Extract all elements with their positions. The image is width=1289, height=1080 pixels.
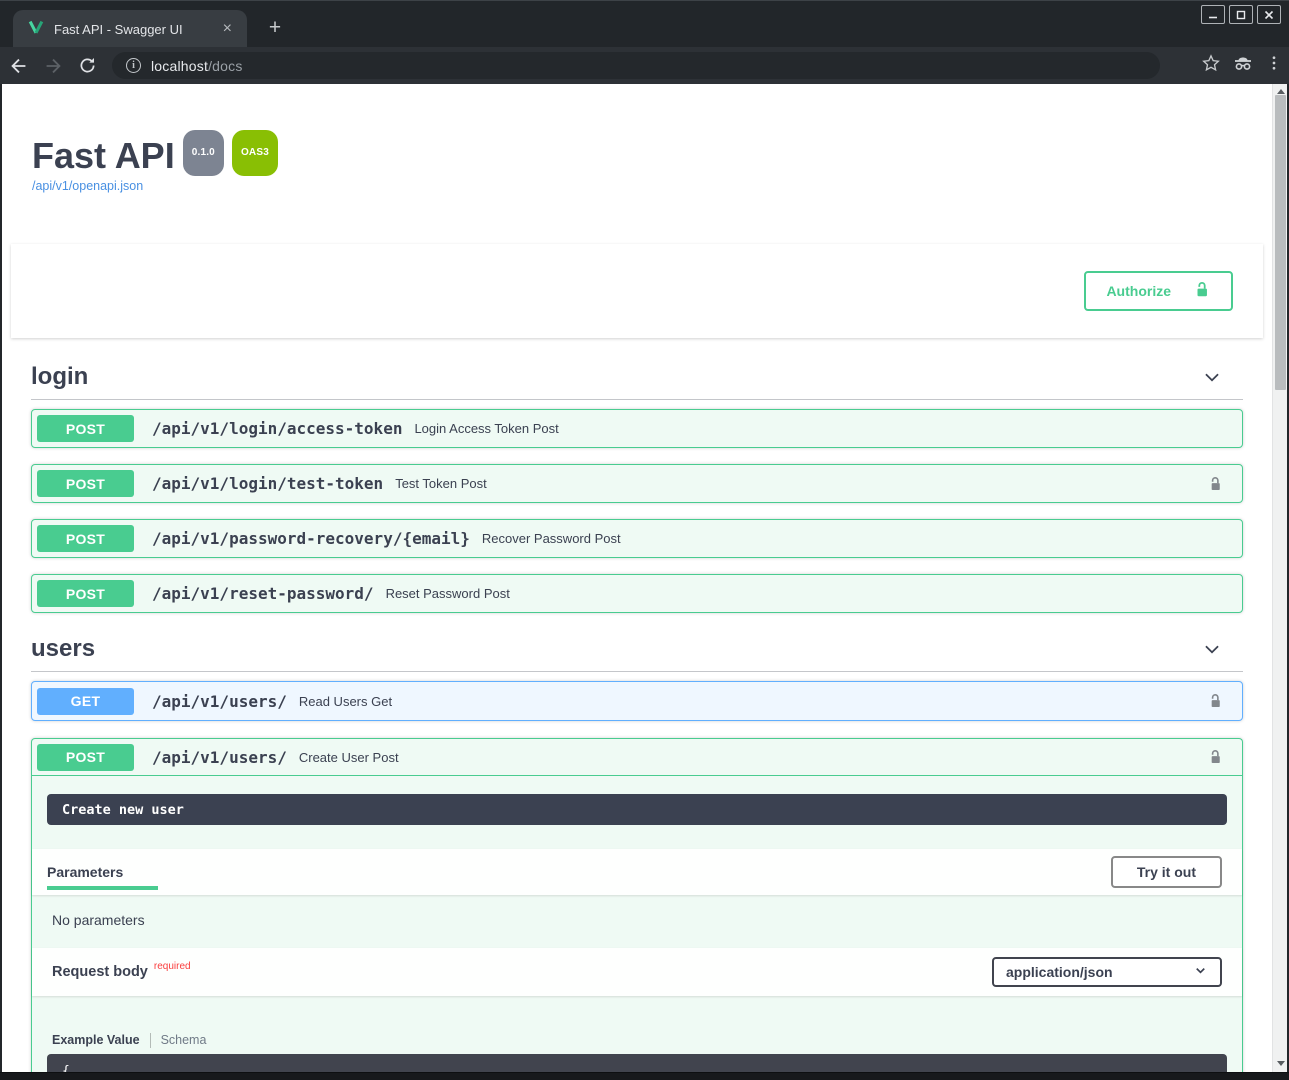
openapi-spec-link[interactable]: /api/v1/openapi.json — [32, 179, 143, 193]
tab-strip: Fast API - Swagger UI × + — [0, 0, 1289, 47]
op-path: /api/v1/password-recovery/{email} — [152, 529, 470, 548]
no-parameters-text: No parameters — [32, 895, 1242, 948]
method-badge: POST — [37, 415, 134, 442]
section-title: login — [31, 363, 88, 391]
authorize-label: Authorize — [1106, 283, 1171, 299]
opblock-summary-create-user[interactable]: POST /api/v1/users/ Create User Post — [32, 739, 1242, 776]
method-badge: POST — [37, 525, 134, 552]
unlock-icon — [1193, 280, 1211, 302]
method-badge: POST — [37, 580, 134, 607]
favicon-swagger-icon — [27, 18, 45, 41]
op-path: /api/v1/login/test-token — [152, 474, 383, 493]
menu-dots-icon[interactable] — [1265, 54, 1283, 77]
tab-title: Fast API - Swagger UI — [54, 22, 218, 37]
op-summary: Create User Post — [299, 750, 399, 765]
url-path: /docs — [208, 58, 242, 74]
parameters-tab: Parameters — [47, 855, 158, 890]
op-path: /api/v1/login/access-token — [152, 419, 402, 438]
opblock-reset-password[interactable]: POST /api/v1/reset-password/ Reset Passw… — [31, 574, 1243, 613]
browser-window: Fast API - Swagger UI × + — [0, 0, 1289, 1080]
method-badge: POST — [37, 470, 134, 497]
incognito-icon — [1231, 51, 1255, 80]
maximize-button[interactable] — [1229, 5, 1253, 24]
op-path: /api/v1/users/ — [152, 748, 287, 767]
opblock-create-user-expanded: POST /api/v1/users/ Create User Post Cre… — [31, 738, 1243, 1072]
request-body-header: Request bodyrequired application/json — [32, 948, 1242, 996]
try-it-out-button[interactable]: Try it out — [1111, 856, 1222, 888]
url-host: localhost — [151, 58, 208, 74]
opblock-password-recovery[interactable]: POST /api/v1/password-recovery/{email} R… — [31, 519, 1243, 558]
version-badge: 0.1.0 — [183, 130, 224, 176]
example-code-block: { — [47, 1054, 1227, 1072]
method-badge: GET — [37, 688, 134, 715]
op-summary: Recover Password Post — [482, 531, 621, 546]
browser-tab[interactable]: Fast API - Swagger UI × — [13, 10, 247, 48]
swagger-ui: Fast API0.1.0OAS3 /api/v1/openapi.json A… — [2, 84, 1272, 1072]
content-type-select[interactable]: application/json — [992, 957, 1222, 987]
reload-icon[interactable] — [72, 51, 102, 81]
content-type-value: application/json — [1006, 964, 1113, 980]
back-icon[interactable] — [4, 51, 34, 81]
model-example-tabs: Example Value Schema — [52, 1032, 1242, 1048]
scrollbar[interactable] — [1272, 84, 1287, 1072]
toolbar-right — [1201, 47, 1283, 84]
site-info-icon[interactable]: i — [126, 58, 141, 73]
page-viewport: Fast API0.1.0OAS3 /api/v1/openapi.json A… — [2, 84, 1287, 1072]
page-title: Fast API0.1.0OAS3 — [32, 130, 1242, 176]
request-body-label: Request bodyrequired — [52, 964, 191, 980]
scheme-container: Authorize — [11, 244, 1263, 338]
auth-lock-icon[interactable] — [1207, 475, 1224, 493]
auth-lock-icon[interactable] — [1207, 748, 1224, 766]
op-path: /api/v1/reset-password/ — [152, 584, 374, 603]
op-summary: Read Users Get — [299, 694, 392, 709]
forward-icon[interactable] — [38, 51, 68, 81]
section-header-users[interactable]: users — [31, 629, 1243, 672]
select-chevron-down-icon — [1193, 963, 1208, 981]
window-controls — [1201, 5, 1281, 24]
code-line: { — [62, 1064, 70, 1072]
schema-tab[interactable]: Schema — [161, 1033, 207, 1047]
operations-wrapper: login POST /api/v1/login/access-token Lo… — [2, 357, 1272, 1072]
scrollbar-thumb[interactable] — [1275, 95, 1286, 390]
op-description-text: Create new user — [62, 802, 184, 818]
browser-toolbar: i localhost/docs — [0, 47, 1289, 84]
op-path: /api/v1/users/ — [152, 692, 287, 711]
address-bar[interactable]: i localhost/docs — [112, 52, 1160, 79]
section-header-login[interactable]: login — [31, 357, 1243, 400]
method-badge: POST — [37, 744, 134, 771]
chevron-down-icon[interactable] — [1201, 638, 1223, 660]
api-info: Fast API0.1.0OAS3 /api/v1/openapi.json — [2, 84, 1272, 195]
bookmark-star-icon[interactable] — [1201, 53, 1221, 78]
required-flag: required — [154, 961, 191, 972]
auth-lock-icon[interactable] — [1207, 692, 1224, 710]
tab-close-icon[interactable]: × — [218, 19, 237, 39]
op-description-bar: Create new user — [47, 794, 1227, 825]
authorize-button[interactable]: Authorize — [1084, 271, 1233, 311]
minimize-button[interactable] — [1201, 5, 1225, 24]
new-tab-button[interactable]: + — [262, 17, 288, 38]
op-summary: Test Token Post — [395, 476, 487, 491]
window-frame-left — [0, 84, 2, 1072]
url-text: localhost/docs — [151, 58, 243, 74]
op-summary: Reset Password Post — [386, 586, 510, 601]
scrollbar-down-arrow[interactable] — [1273, 1056, 1287, 1070]
oas3-badge: OAS3 — [232, 130, 278, 176]
opblock-read-users[interactable]: GET /api/v1/users/ Read Users Get — [31, 681, 1243, 721]
example-value-tab[interactable]: Example Value — [52, 1033, 140, 1047]
chevron-down-icon[interactable] — [1201, 366, 1223, 388]
section-title: users — [31, 635, 95, 663]
parameters-header: Parameters Try it out — [32, 849, 1242, 895]
opblock-login-test-token[interactable]: POST /api/v1/login/test-token Test Token… — [31, 464, 1243, 503]
op-summary: Login Access Token Post — [414, 421, 558, 436]
opblock-login-access-token[interactable]: POST /api/v1/login/access-token Login Ac… — [31, 409, 1243, 448]
close-button[interactable] — [1257, 5, 1281, 24]
window-frame-bottom — [0, 1072, 1289, 1080]
tab-divider — [150, 1033, 151, 1048]
